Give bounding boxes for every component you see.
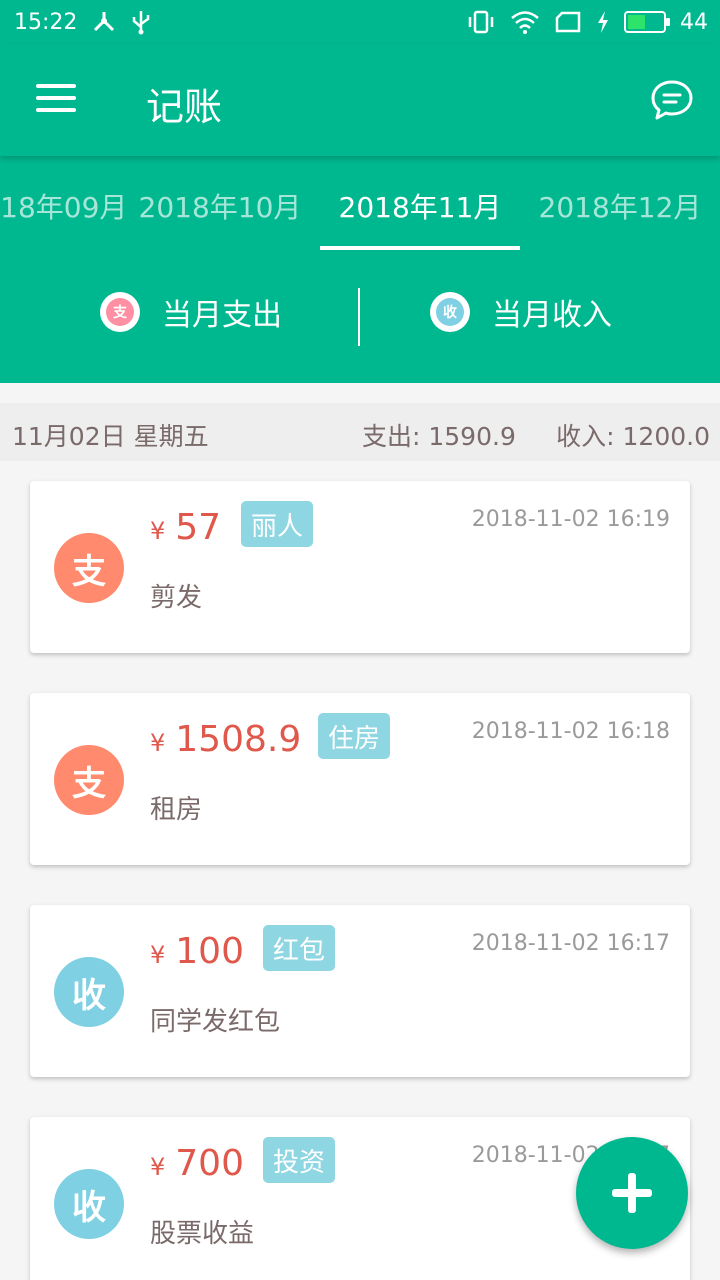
income-badge-icon: 收 bbox=[430, 292, 470, 332]
record-note: 剪发 bbox=[150, 583, 203, 613]
month-tabs: 2018年09月 2018年10月 2018年11月 2018年12月 bbox=[0, 156, 720, 252]
record-time: 2018-11-02 16:17 bbox=[471, 931, 670, 956]
add-record-button[interactable] bbox=[576, 1137, 688, 1249]
currency-symbol: ¥ bbox=[150, 1153, 166, 1181]
summary-divider bbox=[358, 288, 360, 346]
app-bar: 记账 bbox=[0, 44, 720, 156]
record-amount: ¥ 700 bbox=[150, 1143, 244, 1184]
expense-badge-icon: 支 bbox=[100, 292, 140, 332]
battery-level-fill bbox=[628, 15, 645, 29]
battery-percent: 44 bbox=[680, 9, 708, 35]
usb-hub-icon bbox=[94, 12, 115, 32]
income-badge-label: 收 bbox=[436, 298, 464, 326]
menu-icon[interactable] bbox=[36, 84, 76, 114]
battery-icon bbox=[624, 11, 670, 33]
amount-value: 700 bbox=[175, 1143, 244, 1184]
expense-type-avatar: 支 bbox=[54, 533, 124, 603]
record-note: 同学发红包 bbox=[150, 1007, 281, 1037]
currency-symbol: ¥ bbox=[150, 517, 166, 545]
amount-value: 100 bbox=[175, 931, 244, 972]
record-time: 2018-11-02 16:18 bbox=[471, 719, 670, 744]
month-summary: 支 当月支出 收 当月收入 bbox=[0, 272, 720, 352]
category-tag: 丽人 bbox=[241, 501, 314, 547]
month-header: 2018年09月 2018年10月 2018年11月 2018年12月 支 当月… bbox=[0, 156, 720, 383]
day-income-total: 收入: 1200.0 bbox=[556, 422, 710, 451]
vibrate-icon bbox=[468, 10, 494, 34]
monthly-income-label: 当月收入 bbox=[492, 298, 612, 333]
income-type-avatar: 收 bbox=[54, 1169, 124, 1239]
tab-month-2018-10[interactable]: 2018年10月 bbox=[120, 186, 320, 226]
record-amount: ¥ 57 bbox=[150, 507, 221, 548]
clock: 15:22 bbox=[14, 9, 78, 35]
tab-month-2018-11[interactable]: 2018年11月 bbox=[320, 186, 520, 226]
record-time: 2018-11-02 16:19 bbox=[471, 507, 670, 532]
plus-icon bbox=[612, 1173, 652, 1213]
day-summary-row: 11月02日 星期五 支出: 1590.9 收入: 1200.0 bbox=[0, 403, 720, 461]
sim-icon bbox=[555, 11, 581, 33]
chat-icon[interactable] bbox=[650, 78, 694, 122]
amount-value: 1508.9 bbox=[175, 719, 302, 760]
monthly-income-button[interactable]: 收 当月收入 bbox=[430, 290, 612, 334]
day-expense-total: 支出: 1590.9 bbox=[362, 422, 516, 451]
usb-icon bbox=[133, 11, 150, 35]
record-note: 租房 bbox=[150, 795, 203, 825]
charging-icon bbox=[598, 11, 608, 33]
record-card[interactable]: 收 ¥ 100 红包 2018-11-02 16:17 同学发红包 bbox=[30, 905, 690, 1077]
day-date: 11月02日 星期五 bbox=[12, 422, 209, 451]
currency-symbol: ¥ bbox=[150, 941, 166, 969]
tab-month-2018-12[interactable]: 2018年12月 bbox=[520, 186, 720, 226]
monthly-expense-button[interactable]: 支 当月支出 bbox=[100, 290, 282, 334]
category-tag: 住房 bbox=[318, 713, 391, 759]
record-amount: ¥ 100 bbox=[150, 931, 244, 972]
tab-indicator bbox=[320, 246, 520, 250]
record-card[interactable]: 支 ¥ 57 丽人 2018-11-02 16:19 剪发 bbox=[30, 481, 690, 653]
wifi-icon bbox=[511, 11, 539, 34]
category-tag: 投资 bbox=[263, 1137, 336, 1183]
record-note: 股票收益 bbox=[150, 1219, 255, 1249]
currency-symbol: ¥ bbox=[150, 729, 166, 757]
record-amount: ¥ 1508.9 bbox=[150, 719, 301, 760]
income-type-avatar: 收 bbox=[54, 957, 124, 1027]
expense-badge-label: 支 bbox=[106, 298, 134, 326]
category-tag: 红包 bbox=[263, 925, 336, 971]
status-bar: 15:22 44 bbox=[0, 0, 720, 44]
amount-value: 57 bbox=[175, 507, 222, 548]
expense-type-avatar: 支 bbox=[54, 745, 124, 815]
record-card[interactable]: 支 ¥ 1508.9 住房 2018-11-02 16:18 租房 bbox=[30, 693, 690, 865]
monthly-expense-label: 当月支出 bbox=[162, 298, 282, 333]
page-title: 记账 bbox=[146, 85, 223, 129]
